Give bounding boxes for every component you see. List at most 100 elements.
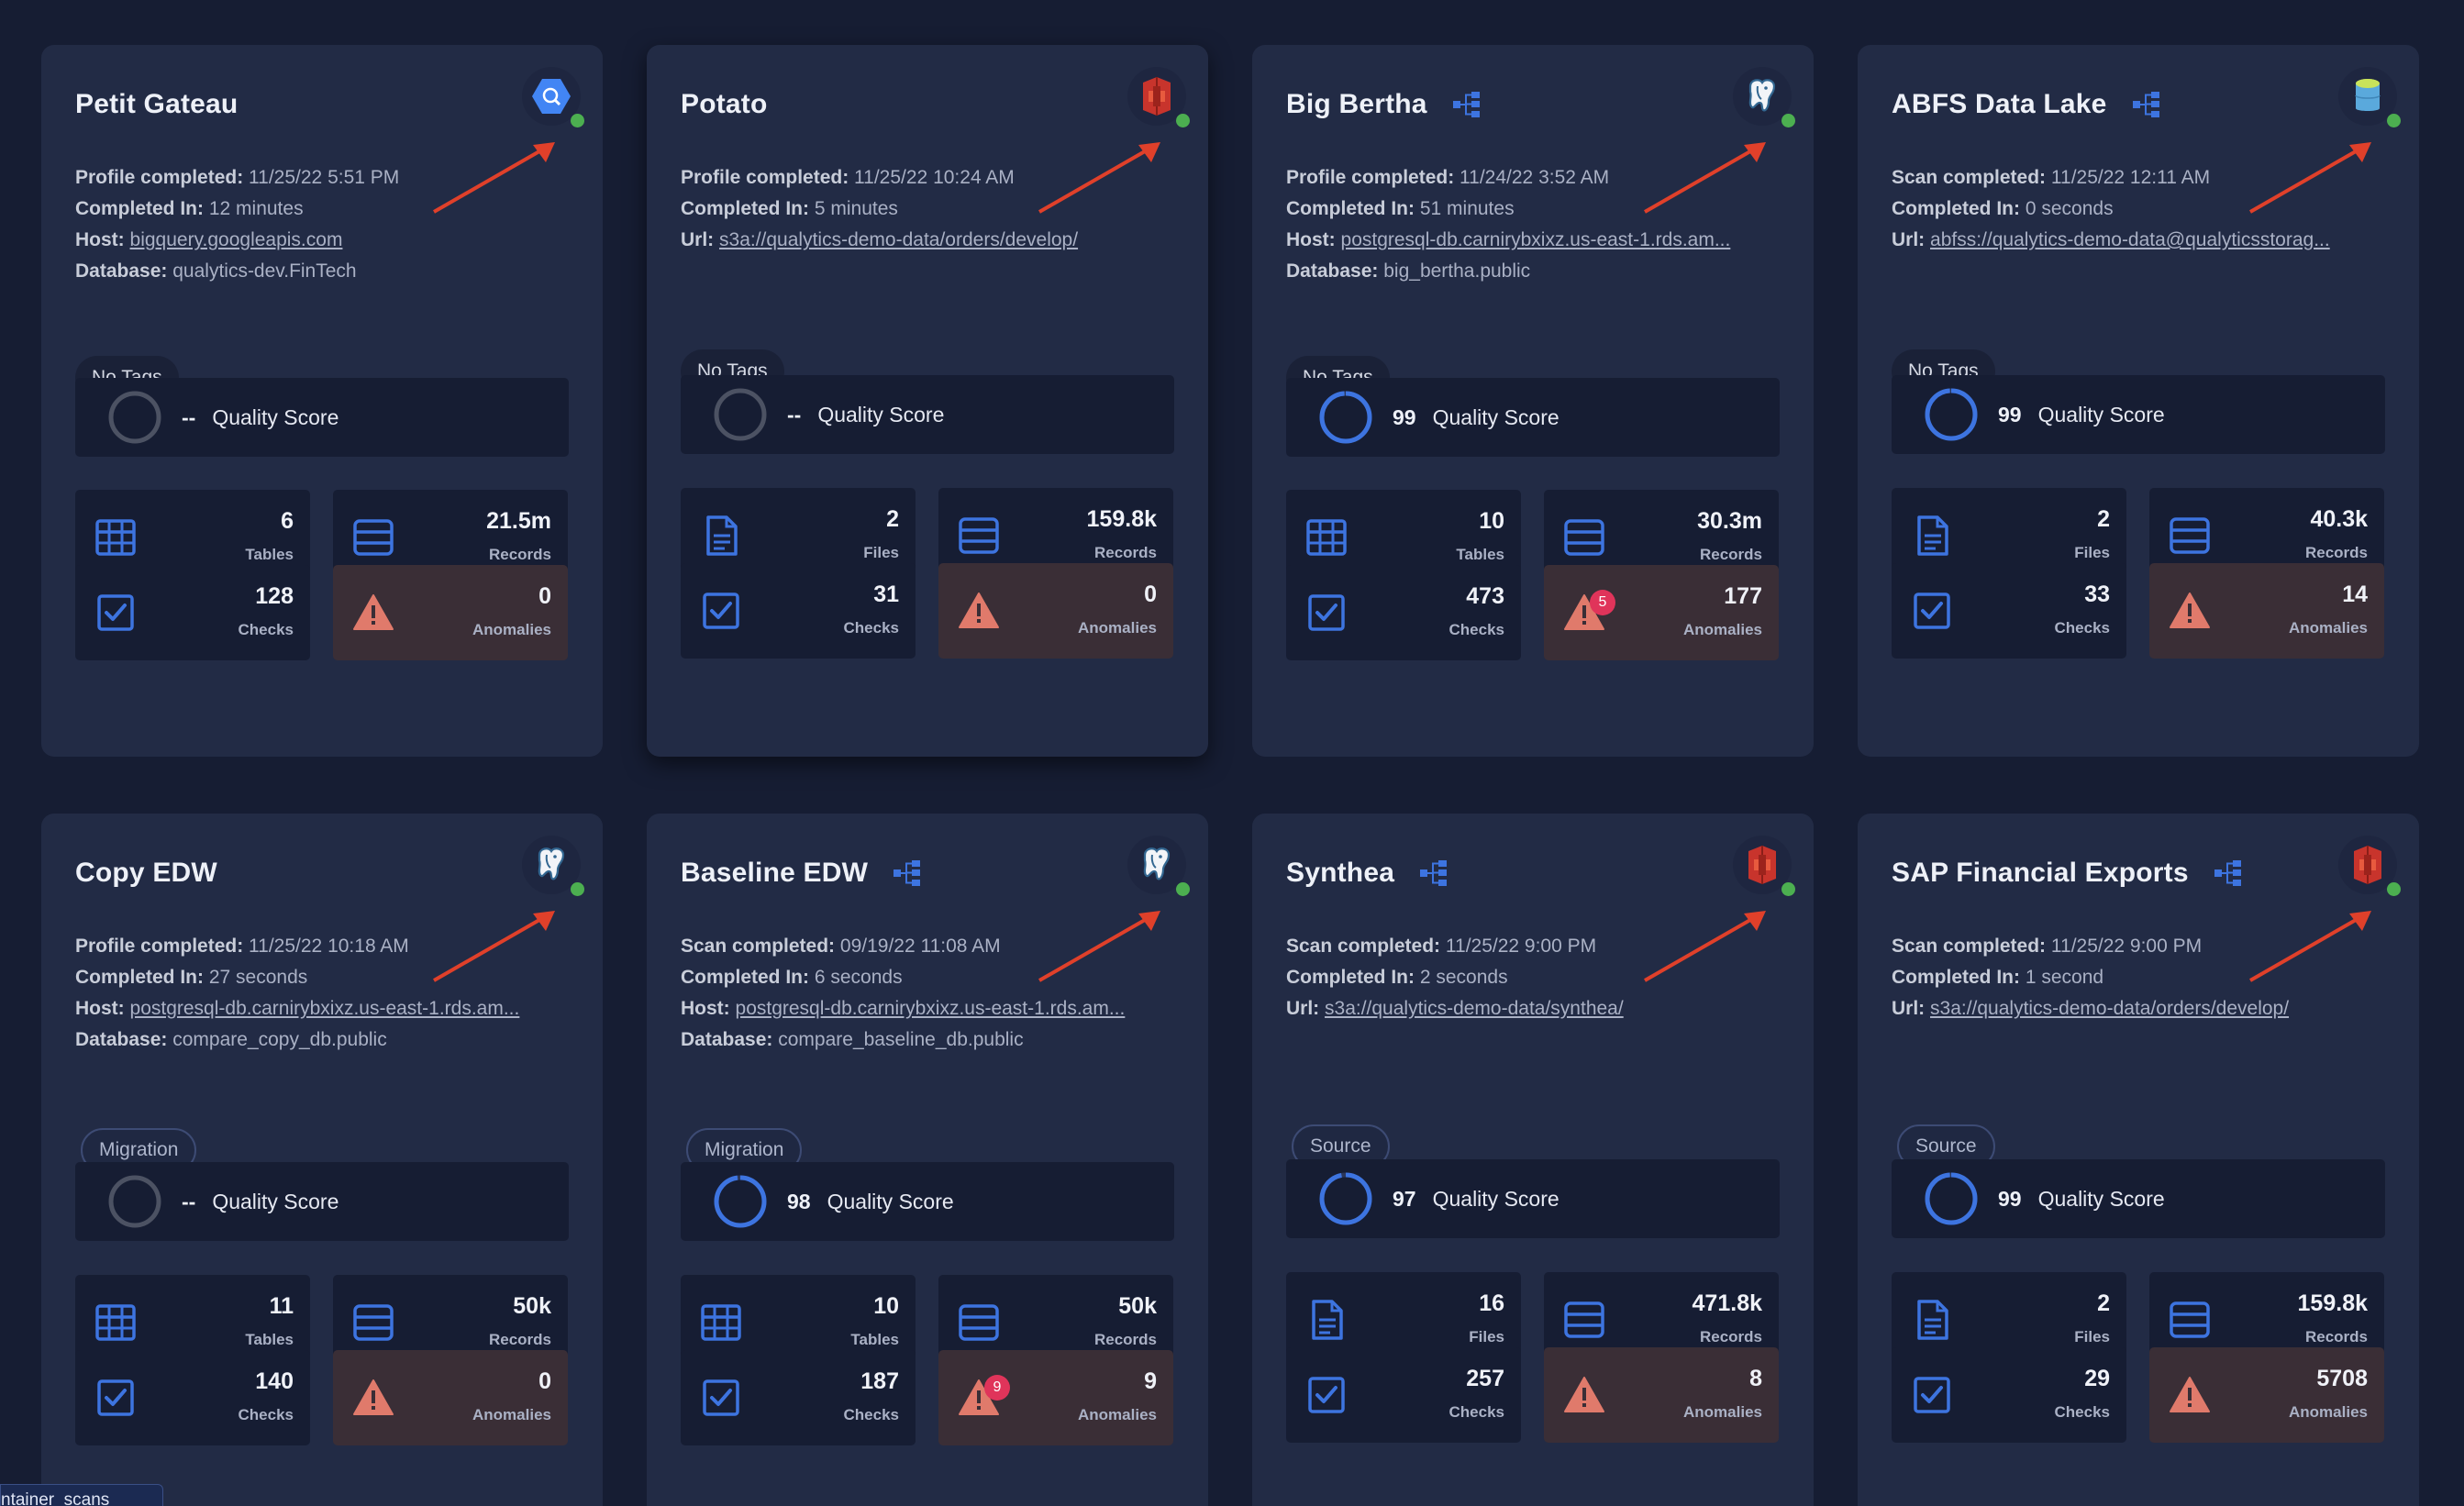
metric-tile-anomalies[interactable]: 5708 Anomalies <box>2149 1347 2384 1443</box>
metric-tile-checks[interactable]: 31 Checks <box>681 563 916 659</box>
metric-tile-anomalies[interactable]: 0 Anomalies <box>333 1350 568 1445</box>
quality-score-bar[interactable]: -- Quality Score <box>681 375 1174 454</box>
datastore-card[interactable]: Baseline EDW Scan completed: 09/19/22 11… <box>647 814 1208 1506</box>
meta-value: 11/25/22 9:00 PM <box>2050 936 2203 957</box>
metric-label: Anomalies <box>1078 619 1157 637</box>
metric-label: Anomalies <box>472 1406 551 1423</box>
datastore-title[interactable]: Baseline EDW <box>681 858 868 889</box>
datastore-title[interactable]: Copy EDW <box>75 858 217 889</box>
meta-link[interactable]: postgresql-db.carnirybxixz.us-east-1.rds… <box>130 998 520 1019</box>
quality-score-label: Quality Score <box>1432 1186 1559 1211</box>
meta-link[interactable]: bigquery.googleapis.com <box>130 229 343 250</box>
metric-value: 14 <box>2342 581 2368 607</box>
quality-score-bar[interactable]: -- Quality Score <box>75 378 569 457</box>
quality-score-label: Quality Score <box>2037 402 2165 426</box>
metric-value: 0 <box>538 583 551 609</box>
metric-tile-checks[interactable]: 128 Checks <box>75 565 310 660</box>
datastore-card[interactable]: Potato Profile completed: 11/25/22 10:24… <box>647 45 1208 757</box>
table-icon <box>90 512 141 563</box>
metric-tile-anomalies[interactable]: 0 Anomalies <box>333 565 568 660</box>
datastore-title[interactable]: ABFS Data Lake <box>1892 89 2107 120</box>
metric-tile-checks[interactable]: 29 Checks <box>1892 1347 2126 1443</box>
meta-line: Scan completed: 09/19/22 11:08 AM <box>681 931 1171 962</box>
meta-link[interactable]: s3a://qualytics-demo-data/orders/develop… <box>1930 998 2289 1019</box>
meta-line: Scan completed: 11/25/22 9:00 PM <box>1286 931 1777 962</box>
meta-link[interactable]: s3a://qualytics-demo-data/orders/develop… <box>719 229 1078 250</box>
datastore-title[interactable]: Big Bertha <box>1286 89 1427 120</box>
metric-tile-checks[interactable]: 257 Checks <box>1286 1347 1521 1443</box>
meta-link[interactable]: s3a://qualytics-demo-data/synthea/ <box>1325 998 1624 1019</box>
meta-key: Url: <box>1286 998 1320 1019</box>
meta-key: Database: <box>681 1029 773 1050</box>
quality-score-bar[interactable]: 99 Quality Score <box>1286 378 1780 457</box>
anomaly-icon <box>2164 585 2215 637</box>
meta-link[interactable]: postgresql-db.carnirybxixz.us-east-1.rds… <box>1341 229 1731 250</box>
meta-key: Database: <box>75 1029 168 1050</box>
metric-value: 128 <box>255 583 294 609</box>
metric-tile-checks[interactable]: 140 Checks <box>75 1350 310 1445</box>
datastore-card[interactable]: Big Bertha Profile completed: 11/24/22 3… <box>1252 45 1814 757</box>
meta-key: Database: <box>1286 260 1379 282</box>
metric-label: Records <box>1699 546 1762 563</box>
meta-key: Completed In: <box>75 198 204 219</box>
metric-tile-anomalies[interactable]: 8 Anomalies <box>1544 1347 1779 1443</box>
metric-label: Checks <box>843 1406 899 1423</box>
datastore-card[interactable]: Petit Gateau Profile completed: 11/25/22… <box>41 45 603 757</box>
datastore-meta: Scan completed: 11/25/22 9:00 PM Complete… <box>1286 931 1777 1024</box>
metric-tile-anomalies[interactable]: 0 Anomalies <box>938 563 1173 659</box>
records-icon <box>348 512 399 563</box>
meta-key: Database: <box>75 260 168 282</box>
meta-line: Profile completed: 11/25/22 10:18 AM <box>75 931 566 962</box>
meta-link[interactable]: abfss://qualytics-demo-data@qualyticssto… <box>1930 229 2330 250</box>
datastore-card[interactable]: Synthea Scan completed: 11/25/22 9:00 PM… <box>1252 814 1814 1506</box>
metric-value: 40.3k <box>2310 506 2368 532</box>
meta-line: Completed In: 6 seconds <box>681 962 1171 993</box>
meta-key: Url: <box>681 229 715 250</box>
datastore-title[interactable]: Petit Gateau <box>75 89 238 120</box>
metric-tile-anomalies[interactable]: 9 9 Anomalies <box>938 1350 1173 1445</box>
meta-value: 11/25/22 10:24 AM <box>854 167 1015 188</box>
quality-score-value: 98 <box>787 1189 811 1213</box>
metric-label: Anomalies <box>472 621 551 638</box>
anomaly-icon <box>348 1372 399 1423</box>
quality-score-bar[interactable]: 99 Quality Score <box>1892 375 2385 454</box>
datastore-title[interactable]: SAP Financial Exports <box>1892 858 2189 889</box>
datastore-title[interactable]: Potato <box>681 89 768 120</box>
metric-value: 159.8k <box>2297 1290 2368 1316</box>
metric-tile-anomalies[interactable]: 14 Anomalies <box>2149 563 2384 659</box>
metric-label: Files <box>2074 544 2110 561</box>
metric-label: Anomalies <box>1683 621 1762 638</box>
anomaly-count-badge: 5 <box>1590 590 1615 615</box>
file-icon <box>1906 1294 1958 1345</box>
metric-value: 0 <box>538 1368 551 1394</box>
datastore-meta: Scan completed: 11/25/22 9:00 PM Complete… <box>1892 931 2382 1024</box>
datastore-card[interactable]: ABFS Data Lake Scan completed: 11/25/22 … <box>1858 45 2419 757</box>
anomaly-count-badge: 9 <box>984 1375 1010 1401</box>
metric-tile-anomalies[interactable]: 5 177 Anomalies <box>1544 565 1779 660</box>
datastore-card[interactable]: SAP Financial Exports Scan completed: 11… <box>1858 814 2419 1506</box>
metric-value: 471.8k <box>1692 1290 1762 1316</box>
metric-tile-checks[interactable]: 473 Checks <box>1286 565 1521 660</box>
meta-line: Host: postgresql-db.carnirybxixz.us-east… <box>1286 225 1777 256</box>
metric-tile-checks[interactable]: 33 Checks <box>1892 563 2126 659</box>
quality-score-label: Quality Score <box>1432 404 1559 429</box>
quality-score-bar[interactable]: 98 Quality Score <box>681 1162 1174 1241</box>
quality-score-bar[interactable]: 97 Quality Score <box>1286 1159 1780 1238</box>
metric-label: Tables <box>1456 546 1504 563</box>
quality-score-bar[interactable]: -- Quality Score <box>75 1162 569 1241</box>
quality-score-value: 99 <box>1393 404 1416 429</box>
meta-link[interactable]: postgresql-db.carnirybxixz.us-east-1.rds… <box>736 998 1126 1019</box>
checks-icon <box>1906 585 1958 637</box>
datastore-card[interactable]: Copy EDW Profile completed: 11/25/22 10:… <box>41 814 603 1506</box>
metric-value: 2 <box>2097 506 2110 532</box>
quality-score-bar[interactable]: 99 Quality Score <box>1892 1159 2385 1238</box>
metric-tile-checks[interactable]: 187 Checks <box>681 1350 916 1445</box>
datastore-title[interactable]: Synthea <box>1286 858 1394 889</box>
records-icon <box>953 1297 1004 1348</box>
meta-value: 0 seconds <box>2025 198 2114 219</box>
meta-value: 11/25/22 5:51 PM <box>249 167 400 188</box>
meta-key: Host: <box>1286 229 1336 250</box>
meta-key: Completed In: <box>1286 967 1415 988</box>
datastore-grid: Petit Gateau Profile completed: 11/25/22… <box>0 0 2464 1506</box>
metric-value: 8 <box>1749 1366 1762 1391</box>
